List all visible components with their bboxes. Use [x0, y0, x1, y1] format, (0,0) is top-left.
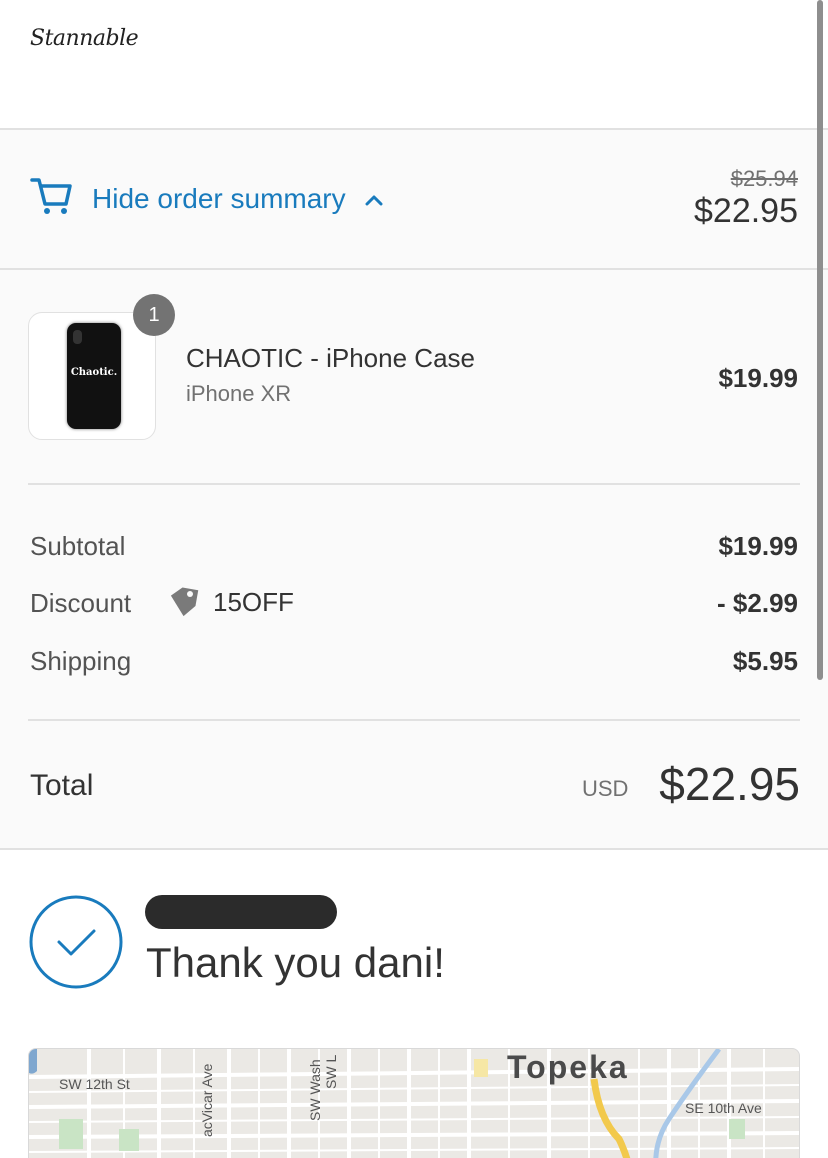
map-street-label: SE 10th Ave: [685, 1100, 762, 1116]
hide-order-summary-link[interactable]: Hide order summary: [92, 183, 346, 215]
map-city-label: Topeka: [507, 1049, 629, 1085]
original-price: $25.94: [730, 166, 798, 191]
discount-value: - $2.99: [717, 588, 798, 618]
discount-label: Discount: [30, 588, 132, 618]
currency-code: USD: [582, 776, 629, 801]
map-street-label: SW Wash: [307, 1059, 323, 1121]
map-street-label: SW 12th St: [59, 1076, 130, 1092]
total-label: Total: [30, 769, 94, 802]
thank-you-heading: Thank you dani!: [146, 939, 445, 986]
phone-case-print: Chaotic.: [70, 367, 118, 378]
shipping-map[interactable]: Topeka SW 12th St acVicar Ave SW Wash SW…: [28, 1048, 800, 1158]
scrollbar[interactable]: [817, 0, 823, 680]
divider: [28, 719, 800, 721]
map-street-label: SW L: [323, 1054, 339, 1089]
cart-icon[interactable]: [30, 176, 72, 216]
camera-icon: [73, 330, 82, 344]
product-variant: iPhone XR: [186, 381, 292, 406]
product-price: $19.99: [718, 363, 798, 393]
redacted-order-number: [145, 895, 337, 929]
product-title: CHAOTIC - iPhone Case: [186, 343, 475, 373]
quantity-badge: 1: [133, 294, 175, 336]
chevron-up-icon[interactable]: [364, 193, 384, 207]
subtotal-label: Subtotal: [30, 531, 126, 561]
tag-icon: [170, 587, 199, 617]
product-thumbnail: Chaotic.: [28, 312, 156, 440]
subtotal-value: $19.99: [718, 531, 798, 561]
summary-total-price: $22.95: [694, 192, 798, 230]
store-logo[interactable]: Stannable: [30, 26, 139, 51]
phone-case-image: Chaotic.: [67, 323, 121, 429]
divider: [28, 483, 800, 485]
map-street-label: acVicar Ave: [199, 1063, 215, 1137]
total-amount: $22.95: [659, 758, 800, 810]
checkmark-circle-icon: [29, 895, 123, 989]
shipping-label: Shipping: [30, 646, 132, 676]
discount-code: 15OFF: [213, 587, 294, 617]
shipping-value: $5.95: [732, 646, 798, 676]
site-header: Stannable: [0, 0, 828, 130]
